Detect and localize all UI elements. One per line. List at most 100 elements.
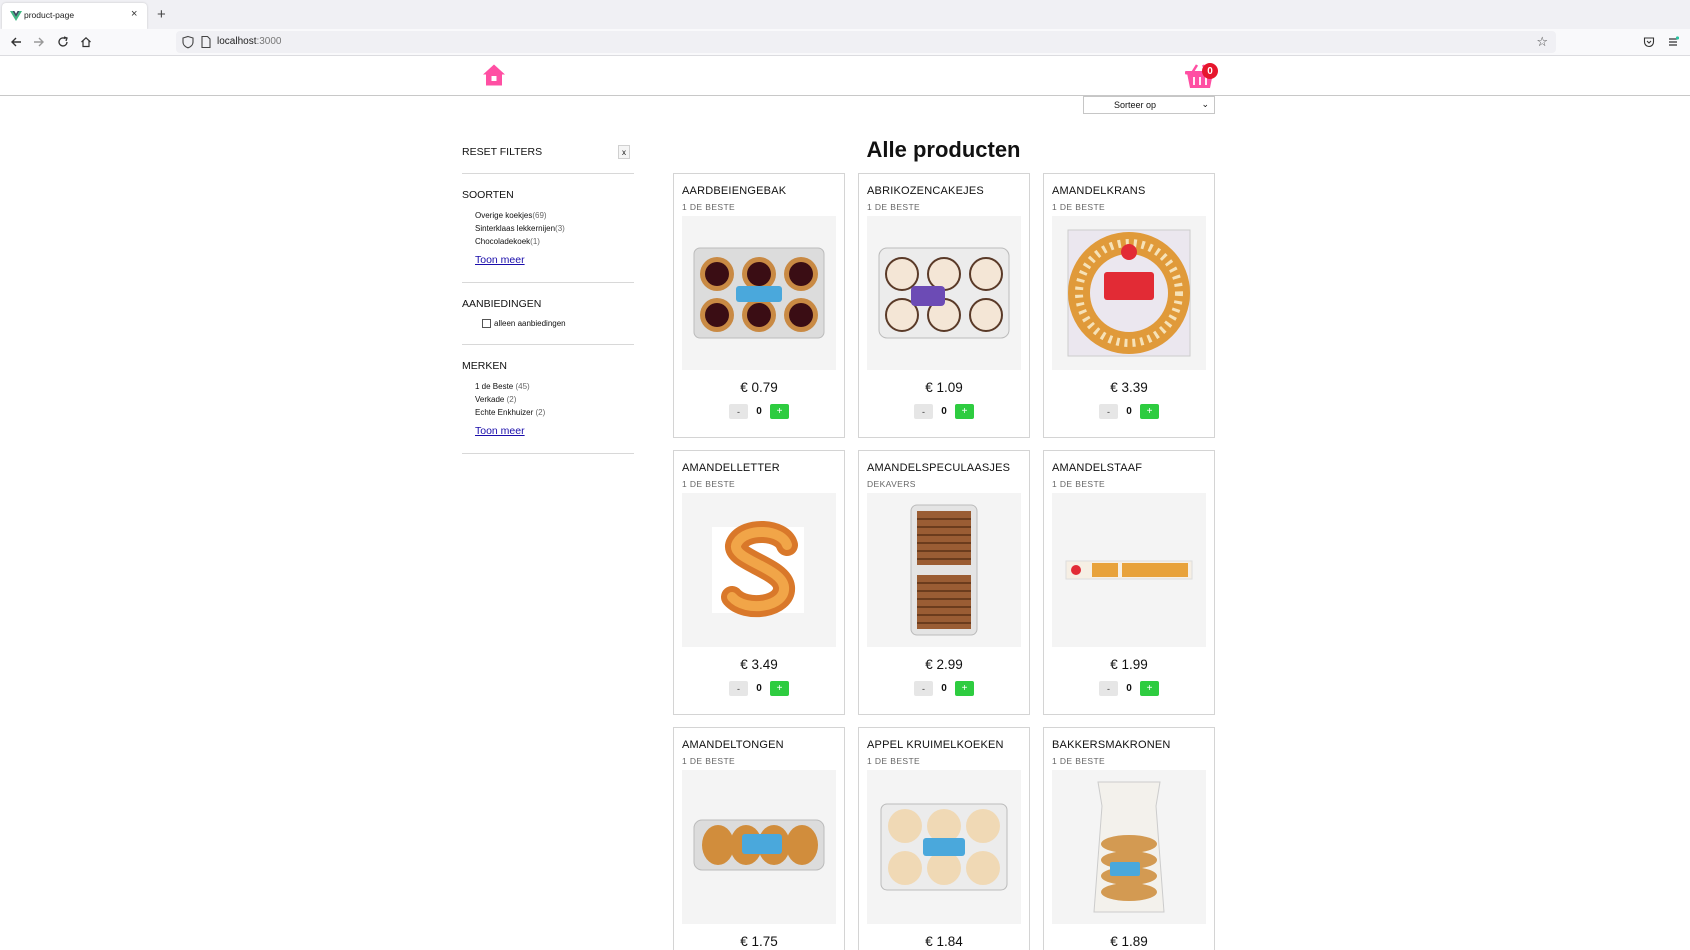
product-price: € 1.09 — [925, 380, 963, 395]
decrease-button[interactable]: - — [1099, 681, 1118, 696]
product-brand: 1 DE BESTE — [1052, 756, 1106, 766]
filter-merk-item[interactable]: Echte Enkhuizer (2) — [475, 408, 545, 417]
quantity-stepper: - 0 + — [674, 404, 844, 419]
product-image — [1052, 493, 1206, 647]
product-image — [682, 493, 836, 647]
increase-button[interactable]: + — [1140, 681, 1159, 696]
quantity-value: 0 — [756, 406, 762, 417]
product-brand: 1 DE BESTE — [682, 202, 736, 212]
product-price: € 2.99 — [925, 657, 963, 672]
reset-filters-button[interactable]: x — [618, 145, 630, 159]
product-name: AARDBEIENGEBAK — [682, 185, 787, 197]
product-brand: 1 DE BESTE — [1052, 202, 1106, 212]
soorten-show-more-link[interactable]: Toon meer — [475, 254, 525, 266]
product-card[interactable]: BAKKERSMAKRONEN 1 DE BESTE € 1.89 - 0 + — [1043, 727, 1215, 950]
back-arrow-icon[interactable] — [7, 33, 25, 51]
product-name: AMANDELTONGEN — [682, 739, 784, 751]
decrease-button[interactable]: - — [729, 681, 748, 696]
filter-soort-item[interactable]: Chocoladekoek(1) — [475, 237, 540, 246]
url-text: localhost:3000 — [217, 36, 282, 47]
product-name: AMANDELSPECULAASJES — [867, 462, 1011, 474]
browser-tab[interactable]: product-page × — [2, 3, 147, 29]
quantity-stepper: - 0 + — [1044, 404, 1214, 419]
increase-button[interactable]: + — [955, 681, 974, 696]
quantity-stepper: - 0 + — [674, 681, 844, 696]
menu-icon[interactable] — [1664, 33, 1682, 51]
product-card[interactable]: AMANDELSPECULAASJES DEKAVERS € 2.99 - 0 … — [858, 450, 1030, 715]
shield-icon — [182, 35, 194, 49]
quantity-stepper: - 0 + — [1044, 681, 1214, 696]
browser-tab-bar: product-page × + — [0, 0, 1690, 29]
decrease-button[interactable]: - — [914, 404, 933, 419]
merken-show-more-link[interactable]: Toon meer — [475, 425, 525, 437]
cart-count-badge: 0 — [1202, 63, 1218, 79]
decrease-button[interactable]: - — [1099, 404, 1118, 419]
merken-heading: MERKEN — [462, 360, 507, 372]
tab-close-icon[interactable]: × — [131, 8, 137, 20]
product-name: APPEL KRUIMELKOEKEN — [867, 739, 1004, 751]
bookmark-star-icon[interactable]: ☆ — [1536, 34, 1548, 50]
product-price: € 1.89 — [1110, 934, 1148, 949]
vue-logo-icon — [10, 11, 22, 21]
product-brand: 1 DE BESTE — [867, 756, 921, 766]
product-image — [1052, 216, 1206, 370]
home-icon[interactable] — [482, 63, 506, 87]
divider — [462, 173, 634, 174]
product-name: AMANDELKRANS — [1052, 185, 1146, 197]
product-card[interactable]: AMANDELKRANS 1 DE BESTE € 3.39 - 0 + — [1043, 173, 1215, 438]
product-name: AMANDELLETTER — [682, 462, 780, 474]
product-image — [867, 216, 1021, 370]
product-price: € 1.84 — [925, 934, 963, 949]
home-icon[interactable] — [77, 33, 95, 51]
filter-merk-item[interactable]: 1 de Beste (45) — [475, 382, 530, 391]
sort-select-label: Sorteer op — [1114, 100, 1157, 110]
site-header: 0 — [0, 57, 1690, 96]
product-price: € 1.99 — [1110, 657, 1148, 672]
reload-icon[interactable] — [54, 33, 72, 51]
product-card[interactable]: AMANDELTONGEN 1 DE BESTE € 1.75 - 0 + — [673, 727, 845, 950]
increase-button[interactable]: + — [770, 404, 789, 419]
quantity-value: 0 — [1126, 683, 1132, 694]
new-tab-icon[interactable]: + — [157, 6, 166, 23]
product-card[interactable]: AMANDELLETTER 1 DE BESTE € 3.49 - 0 + — [673, 450, 845, 715]
increase-button[interactable]: + — [1140, 404, 1159, 419]
product-card[interactable]: APPEL KRUIMELKOEKEN 1 DE BESTE € 1.84 - … — [858, 727, 1030, 950]
only-offers-label: alleen aanbiedingen — [494, 319, 566, 328]
product-brand: 1 DE BESTE — [867, 202, 921, 212]
product-image — [1052, 770, 1206, 924]
aanbiedingen-heading: AANBIEDINGEN — [462, 298, 542, 310]
divider — [462, 282, 634, 283]
product-image — [682, 770, 836, 924]
chevron-down-icon: ⌄ — [1201, 99, 1209, 109]
product-image — [867, 770, 1021, 924]
reset-filters-label: RESET FILTERS — [462, 146, 543, 158]
quantity-value: 0 — [1126, 406, 1132, 417]
increase-button[interactable]: + — [955, 404, 974, 419]
decrease-button[interactable]: - — [729, 404, 748, 419]
product-brand: 1 DE BESTE — [682, 756, 736, 766]
address-bar[interactable]: localhost:3000 ☆ — [176, 31, 1556, 53]
product-card[interactable]: AARDBEIENGEBAK 1 DE BESTE € 0.79 - 0 + — [673, 173, 845, 438]
divider — [462, 344, 634, 345]
product-price: € 0.79 — [740, 380, 778, 395]
page-title: Alle producten — [866, 137, 1021, 162]
browser-nav-bar: localhost:3000 ☆ — [0, 29, 1690, 56]
pocket-icon[interactable] — [1640, 33, 1658, 51]
forward-arrow-icon[interactable] — [30, 33, 48, 51]
divider — [462, 453, 634, 454]
product-name: AMANDELSTAAF — [1052, 462, 1143, 474]
product-card[interactable]: ABRIKOZENCAKEJES 1 DE BESTE € 1.09 - 0 + — [858, 173, 1030, 438]
only-offers-checkbox[interactable]: alleen aanbiedingen — [482, 319, 566, 328]
soorten-heading: SOORTEN — [462, 189, 514, 201]
filter-soort-item[interactable]: Sinterklaas lekkernijen(3) — [475, 224, 565, 233]
increase-button[interactable]: + — [770, 681, 789, 696]
filter-soort-item[interactable]: Overige koekjes(69) — [475, 211, 547, 220]
product-brand: DEKAVERS — [867, 479, 916, 489]
product-image — [682, 216, 836, 370]
product-card[interactable]: AMANDELSTAAF 1 DE BESTE € 1.99 - 0 + — [1043, 450, 1215, 715]
decrease-button[interactable]: - — [914, 681, 933, 696]
sort-select[interactable]: Sorteer op ⌄ — [1083, 96, 1215, 114]
checkbox-box[interactable] — [482, 319, 491, 328]
product-price: € 3.49 — [740, 657, 778, 672]
filter-merk-item[interactable]: Verkade (2) — [475, 395, 516, 404]
